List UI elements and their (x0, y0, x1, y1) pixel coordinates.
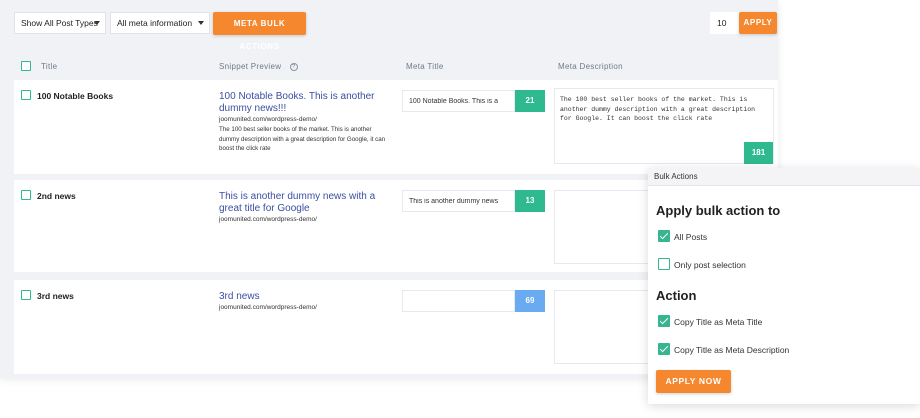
meta-bulk-actions-button[interactable]: META BULK ACTIONS (213, 12, 306, 51)
copy-meta-title-label: Copy Title as Meta Title (674, 317, 763, 327)
copy-meta-description-label: Copy Title as Meta Description (674, 345, 790, 355)
snippet-url: joomunited.com/wordpress-demo/ (219, 216, 317, 223)
select-all-checkbox[interactable] (21, 61, 31, 71)
apply-now-button[interactable]: APPLY NOW (656, 370, 731, 393)
bulk-actions-panel: Bulk Actions Apply bulk action to All Po… (648, 168, 920, 404)
meta-title-count-badge: 21 (515, 90, 545, 112)
column-header-snippet-label: Snippet Preview (219, 62, 282, 71)
meta-info-select-value: All meta information (117, 18, 193, 28)
column-header-title: Title (41, 62, 58, 71)
copy-meta-title-checkbox[interactable] (658, 315, 670, 327)
column-header-meta-description: Meta Description (558, 62, 623, 71)
meta-description-count-badge: 181 (744, 142, 773, 164)
snippet-title: 3rd news (219, 291, 260, 302)
post-selection-checkbox[interactable] (658, 258, 670, 270)
copy-meta-description-checkbox[interactable] (658, 343, 670, 355)
meta-title-input[interactable] (402, 190, 515, 212)
meta-title-input[interactable] (402, 90, 515, 112)
chevron-down-icon (198, 21, 204, 25)
help-icon[interactable]: ? (289, 62, 298, 71)
column-header-snippet-preview: Snippet Preview ? (219, 62, 298, 71)
meta-description-textarea[interactable]: The 100 best seller books of the market.… (554, 88, 774, 164)
row-title: 3rd news (37, 291, 74, 301)
row-checkbox[interactable] (21, 190, 31, 200)
meta-description-text: The 100 best seller books of the market.… (560, 96, 756, 122)
bulk-actions-header: Bulk Actions (648, 168, 920, 186)
snippet-url: joomunited.com/wordpress-demo/ (219, 304, 317, 311)
post-types-select[interactable]: Show All Post Types (14, 12, 106, 34)
chevron-down-icon (94, 21, 100, 25)
per-page-input[interactable] (710, 12, 740, 34)
row-title: 100 Notable Books (37, 91, 114, 101)
post-types-select-value: Show All Post Types (21, 18, 98, 28)
snippet-title: 100 Notable Books. This is another dummy… (219, 91, 375, 114)
meta-title-count-badge: 69 (515, 290, 545, 312)
row-checkbox[interactable] (21, 290, 31, 300)
snippet-url: joomunited.com/wordpress-demo/ (219, 116, 317, 123)
action-heading: Action (656, 288, 697, 303)
snippet-description: The 100 best seller books of the market.… (219, 126, 386, 152)
row-checkbox[interactable] (21, 90, 31, 100)
apply-to-heading: Apply bulk action to (656, 203, 781, 218)
all-posts-checkbox[interactable] (658, 230, 670, 242)
meta-title-count-badge: 13 (515, 190, 545, 212)
column-header-meta-title: Meta Title (406, 62, 444, 71)
apply-button[interactable]: APPLY (739, 12, 777, 34)
row-title: 2nd news (37, 191, 76, 201)
meta-title-input[interactable] (402, 290, 515, 312)
snippet-title: This is another dummy news with a great … (219, 191, 376, 214)
all-posts-label: All Posts (674, 232, 708, 242)
post-selection-label: Only post selection (674, 260, 746, 270)
meta-info-select[interactable]: All meta information (110, 12, 210, 34)
